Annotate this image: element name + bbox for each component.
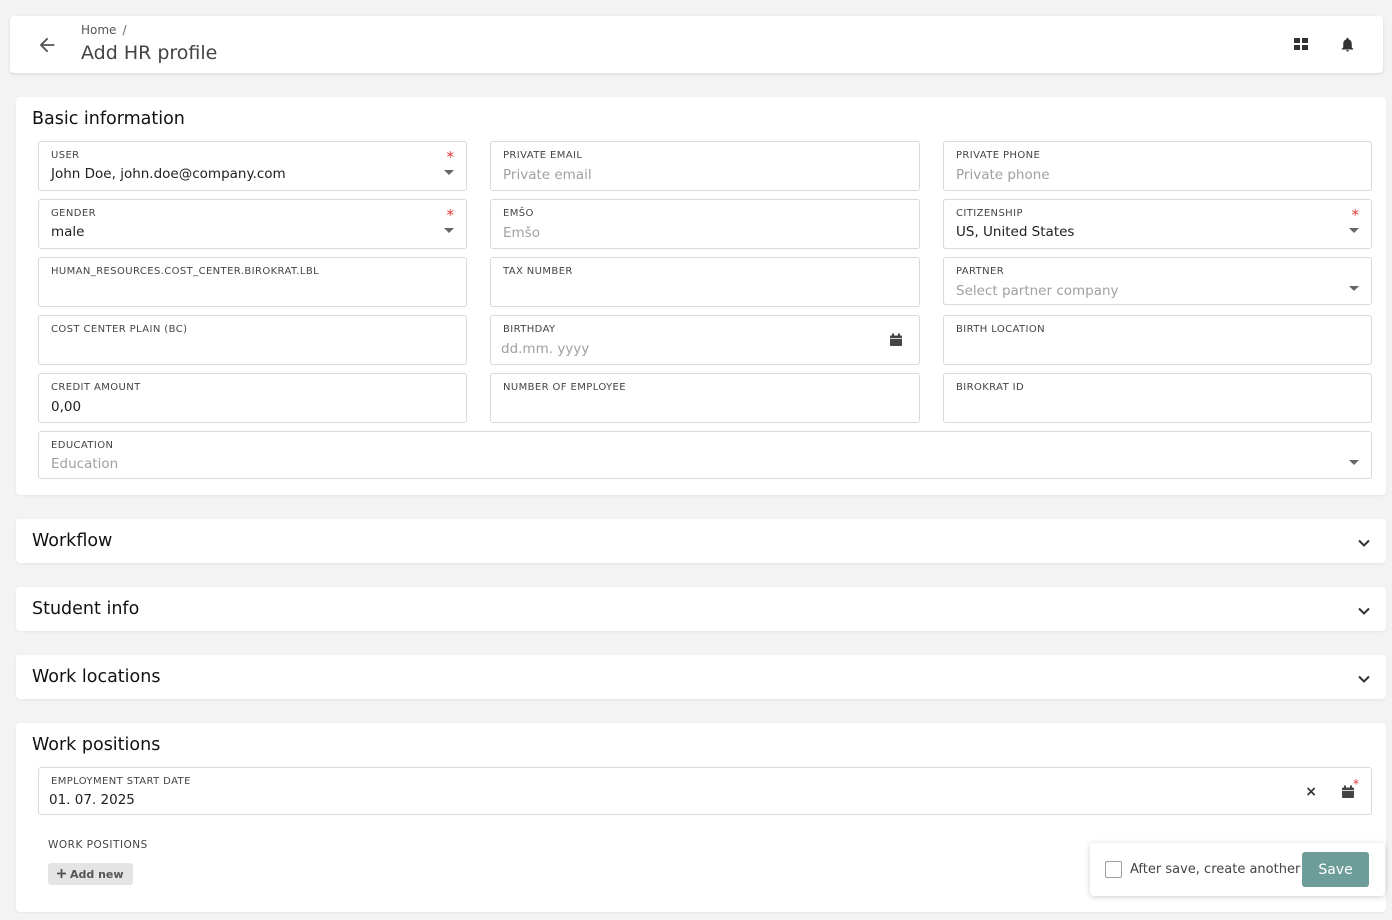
citizenship-label: CITIZENSHIP: [956, 208, 1023, 219]
chevron-down-icon[interactable]: [1357, 535, 1371, 549]
private-phone-label: PRIVATE PHONE: [956, 150, 1041, 161]
credit-amount-field[interactable]: CREDIT AMOUNT 0,00: [38, 373, 467, 423]
education-placeholder: Education: [51, 456, 119, 472]
dropdown-caret-icon: [1349, 286, 1359, 291]
top-bar: Home / Add HR profile: [10, 16, 1383, 73]
dropdown-caret-icon: [444, 170, 454, 175]
birth-location-label: BIRTH LOCATION: [956, 324, 1045, 335]
gender-label: GENDER: [51, 208, 96, 219]
workflow-title: Workflow: [32, 531, 113, 551]
save-button[interactable]: Save: [1302, 852, 1369, 887]
work-locations-title: Work locations: [32, 667, 161, 687]
private-phone-field[interactable]: PRIVATE PHONE Private phone: [943, 141, 1372, 191]
work-locations-section[interactable]: Work locations: [16, 655, 1386, 699]
employment-start-date-value: 01. 07. 2025: [49, 792, 135, 808]
basic-information-card: Basic information USER John Doe, john.do…: [16, 97, 1386, 495]
number-of-employee-label: NUMBER OF EMPLOYEE: [503, 382, 626, 393]
tax-number-field[interactable]: TAX NUMBER: [490, 257, 920, 307]
citizenship-select[interactable]: CITIZENSHIP US, United States *: [943, 199, 1372, 249]
dropdown-caret-icon: [1349, 460, 1359, 465]
breadcrumb: Home /: [81, 23, 126, 37]
required-marker: *: [446, 206, 455, 224]
private-email-placeholder: Private email: [503, 167, 592, 183]
chevron-down-icon[interactable]: [1357, 603, 1371, 617]
plus-icon: [57, 868, 66, 881]
employment-start-date-label: EMPLOYMENT START DATE: [51, 776, 191, 787]
birthday-date-field[interactable]: BIRTHDAY dd.mm. yyyy: [490, 315, 920, 365]
birthday-label: BIRTHDAY: [503, 324, 556, 335]
student-info-title: Student info: [32, 599, 140, 619]
tax-number-label: TAX NUMBER: [503, 266, 573, 277]
dashboard-grid-icon[interactable]: [1293, 36, 1310, 53]
birth-location-field[interactable]: BIRTH LOCATION: [943, 315, 1372, 365]
credit-amount-value: 0,00: [51, 399, 82, 415]
cost-center-birokrat-label: HUMAN_RESOURCES.COST_CENTER.BIROKRAT.LBL: [51, 266, 320, 277]
user-value: John Doe, john.doe@company.com: [51, 166, 286, 182]
cost-center-plain-label: COST CENTER PLAIN (BC): [51, 324, 188, 335]
work-positions-title: Work positions: [32, 735, 161, 755]
user-select[interactable]: USER John Doe, john.doe@company.com *: [38, 141, 467, 191]
breadcrumb-home-link[interactable]: Home: [81, 23, 116, 37]
add-new-label: Add new: [70, 867, 124, 881]
breadcrumb-separator: /: [122, 23, 127, 37]
required-marker: *: [1353, 777, 1359, 791]
number-of-employee-field[interactable]: NUMBER OF EMPLOYEE: [490, 373, 920, 423]
user-label: USER: [51, 150, 80, 161]
gender-select[interactable]: GENDER male *: [38, 199, 467, 249]
cost-center-plain-field[interactable]: COST CENTER PLAIN (BC): [38, 315, 467, 365]
education-label: EDUCATION: [51, 440, 114, 451]
basic-information-title: Basic information: [32, 109, 185, 129]
create-another-checkbox[interactable]: [1105, 861, 1122, 878]
education-select[interactable]: EDUCATION Education: [38, 431, 1372, 479]
birthday-placeholder: dd.mm. yyyy: [501, 341, 590, 357]
required-marker: *: [1351, 206, 1360, 224]
private-email-label: PRIVATE EMAIL: [503, 150, 583, 161]
gender-value: male: [51, 224, 85, 240]
private-email-field[interactable]: PRIVATE EMAIL Private email: [490, 141, 920, 191]
create-another-label[interactable]: After save, create another: [1130, 862, 1300, 877]
emso-field[interactable]: EMŠO Emšo: [490, 199, 920, 249]
partner-placeholder: Select partner company: [956, 283, 1119, 299]
workflow-section[interactable]: Workflow: [16, 519, 1386, 563]
dropdown-caret-icon: [444, 228, 454, 233]
cost-center-birokrat-field[interactable]: HUMAN_RESOURCES.COST_CENTER.BIROKRAT.LBL: [38, 257, 467, 307]
page-title: Add HR profile: [81, 42, 218, 64]
credit-amount-label: CREDIT AMOUNT: [51, 382, 141, 393]
student-info-section[interactable]: Student info: [16, 587, 1386, 631]
chevron-down-icon[interactable]: [1357, 671, 1371, 685]
work-positions-label: WORK POSITIONS: [48, 839, 148, 851]
emso-placeholder: Emšo: [503, 225, 540, 241]
add-new-button[interactable]: Add new: [48, 863, 133, 885]
save-panel: After save, create another Save: [1090, 843, 1385, 896]
employment-start-date-field[interactable]: EMPLOYMENT START DATE 01. 07. 2025 × *: [38, 767, 1372, 815]
citizenship-value: US, United States: [956, 224, 1075, 240]
back-arrow-icon[interactable]: [36, 34, 58, 56]
partner-label: PARTNER: [956, 266, 1005, 277]
required-marker: *: [446, 148, 455, 166]
partner-select[interactable]: PARTNER Select partner company: [943, 257, 1372, 305]
bell-icon[interactable]: [1339, 36, 1356, 53]
birokrat-id-label: BIROKRAT ID: [956, 382, 1025, 393]
emso-label: EMŠO: [503, 208, 534, 219]
birokrat-id-field[interactable]: BIROKRAT ID: [943, 373, 1372, 423]
dropdown-caret-icon: [1349, 228, 1359, 233]
clear-close-icon[interactable]: ×: [1305, 784, 1317, 800]
private-phone-placeholder: Private phone: [956, 167, 1050, 183]
calendar-icon[interactable]: [889, 332, 903, 346]
